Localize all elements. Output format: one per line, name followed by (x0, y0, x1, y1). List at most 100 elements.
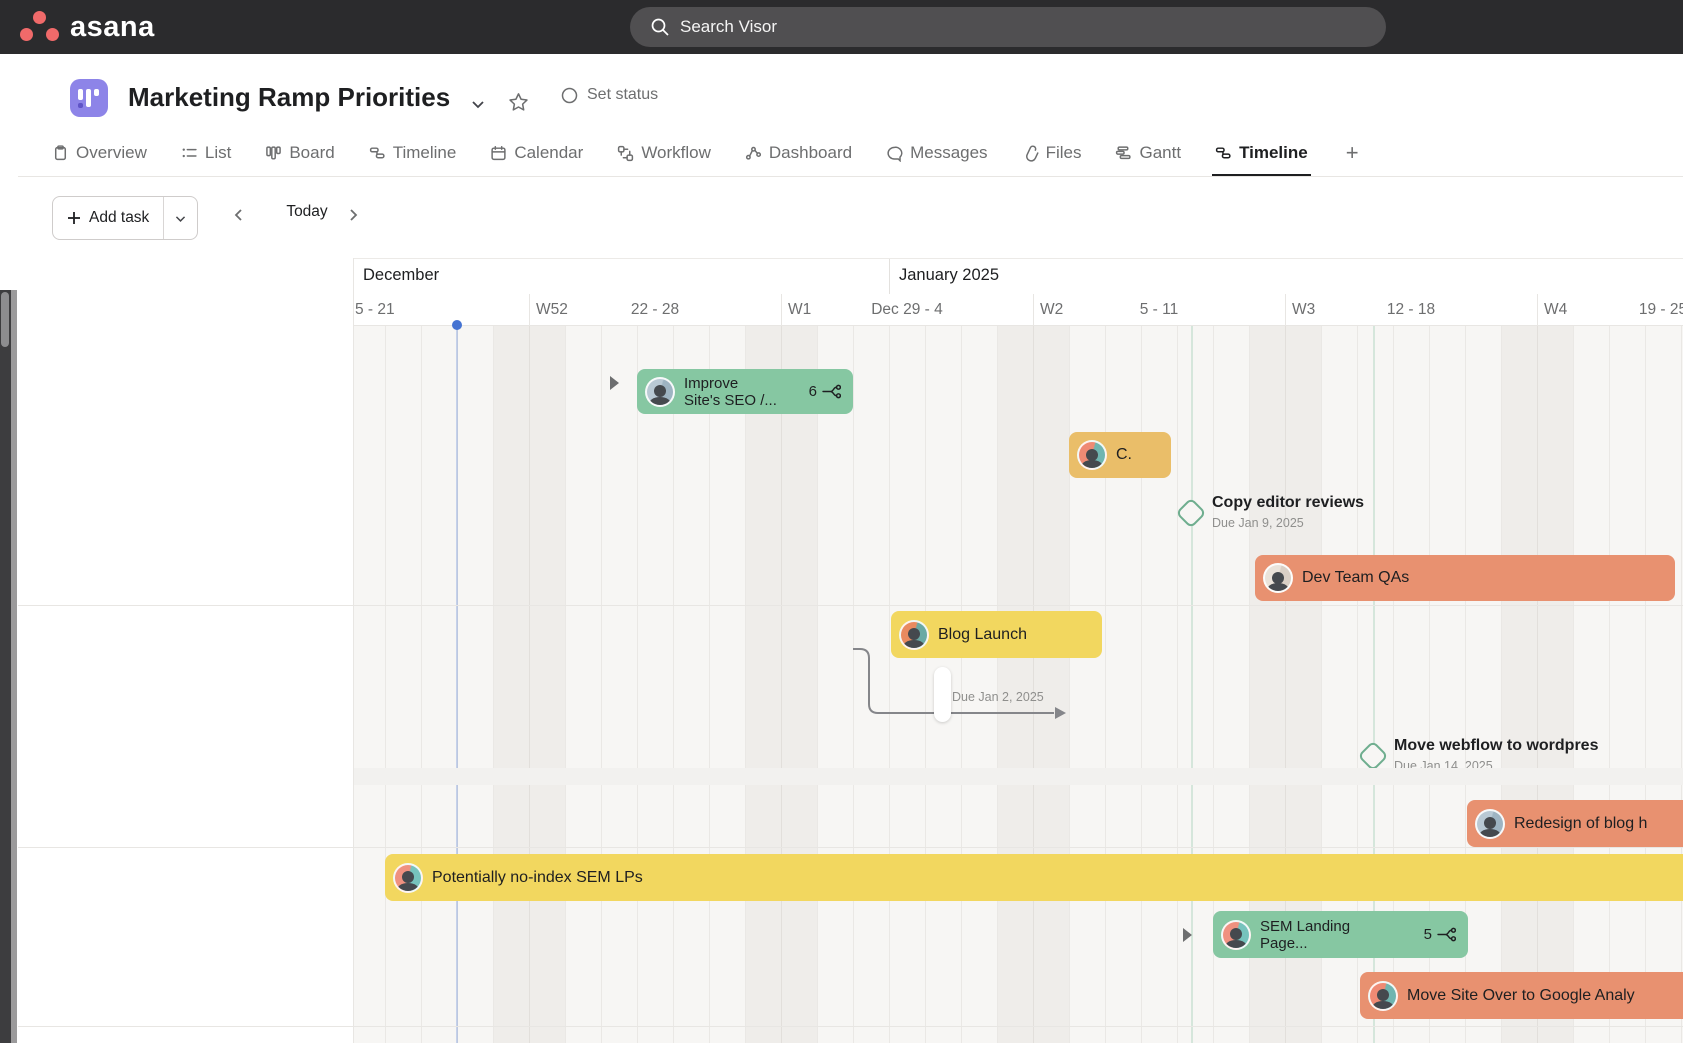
gantt-icon (1115, 145, 1132, 162)
milestone-due-date: Due Jan 9, 2025 (1212, 516, 1304, 530)
workflow-icon (617, 145, 634, 162)
assignee-avatar (1077, 440, 1107, 470)
subtask-handle-pill[interactable] (934, 667, 951, 722)
assignee-avatar (393, 863, 423, 893)
expand-subtasks-icon[interactable] (610, 376, 619, 390)
star-icon[interactable] (507, 91, 530, 114)
overview-icon (52, 145, 69, 162)
chevron-right-icon (345, 207, 361, 223)
tab-label: Calendar (514, 143, 583, 163)
files-icon (1022, 145, 1039, 162)
list-icon (181, 145, 198, 162)
tab-label: Workflow (641, 143, 711, 163)
assignee-avatar (1221, 920, 1251, 950)
next-period-button[interactable] (345, 201, 361, 231)
timeline-view: DecemberJanuary 2025 5 - 21W5222 - 28W1D… (0, 258, 1683, 1043)
today-button[interactable]: Today (267, 203, 347, 221)
tab-label: Timeline (393, 143, 457, 163)
tab-label: List (205, 143, 231, 163)
asana-logo[interactable]: asana (18, 6, 178, 50)
tab-label: Board (289, 143, 334, 163)
tab-overview[interactable]: Overview (52, 130, 147, 176)
board-icon (265, 145, 282, 162)
page-title: Marketing Ramp Priorities (128, 82, 450, 113)
tab-label: Dashboard (769, 143, 852, 163)
asana-logo-icon (18, 8, 62, 48)
tab-dashboard[interactable]: Dashboard (745, 130, 852, 176)
search-icon (650, 17, 670, 37)
task-bar-sem-landing[interactable]: SEM LandingPage... 5 (1213, 911, 1468, 958)
task-name: Move Site Over to Google Analy (1407, 987, 1635, 1005)
due-date-label: Due Jan 2, 2025 (952, 690, 1044, 704)
left-scrollbar-edge (11, 290, 17, 1043)
asana-app: asana Search Visor Marketing Ramp Priori… (0, 0, 1683, 1043)
plus-icon (67, 211, 81, 225)
task-name: ImproveSite's SEO /... (684, 375, 777, 409)
project-header: Marketing Ramp Priorities Set status (18, 54, 1683, 130)
tab-calendar[interactable]: Calendar (490, 130, 583, 176)
milestone-title[interactable]: Copy editor reviews (1212, 494, 1364, 512)
timeline-toolbar: Add task Today (18, 177, 1683, 258)
add-tab-button[interactable]: + (1346, 140, 1359, 166)
prev-period-button[interactable] (231, 201, 247, 231)
search-input[interactable]: Search Visor (630, 7, 1386, 47)
section-divider (18, 605, 1683, 606)
add-task-main[interactable]: Add task (53, 197, 164, 239)
left-scrollbar-track[interactable] (0, 290, 11, 1043)
chevron-down-icon (174, 212, 187, 225)
section-divider (18, 847, 1683, 848)
set-status-button[interactable]: Set status (561, 86, 658, 104)
tab-workflow[interactable]: Workflow (617, 130, 711, 176)
tab-timeline-active[interactable]: Timeline (1215, 130, 1308, 176)
task-name: Blog Launch (938, 626, 1027, 644)
subtask-count-badge: 5 (1414, 925, 1456, 944)
tab-label: Overview (76, 143, 147, 163)
add-task-dropdown[interactable] (164, 197, 197, 239)
subtask-count-badge: 6 (799, 382, 841, 401)
status-circle-icon (561, 87, 578, 104)
tab-label: Timeline (1239, 143, 1308, 163)
assignee-avatar (645, 377, 675, 407)
tab-files[interactable]: Files (1022, 130, 1082, 176)
tab-label: Messages (910, 143, 987, 163)
title-chevron-down-icon[interactable] (470, 96, 486, 112)
task-bar-move-site[interactable]: Move Site Over to Google Analy (1360, 972, 1683, 1019)
task-name: Dev Team QAs (1302, 569, 1409, 587)
add-task-button[interactable]: Add task (52, 196, 198, 240)
assignee-avatar (1368, 981, 1398, 1011)
subtask-count: 6 (809, 383, 817, 400)
tab-list[interactable]: List (181, 130, 231, 176)
tab-timeline[interactable]: Timeline (369, 130, 457, 176)
subtask-count: 5 (1424, 926, 1432, 943)
task-bar-potentially-no-index[interactable]: Potentially no-index SEM LPs (385, 854, 1683, 901)
branch-icon (1437, 925, 1456, 944)
task-name: C. (1116, 446, 1132, 464)
tab-label: Gantt (1139, 143, 1181, 163)
search-placeholder: Search Visor (680, 17, 777, 37)
assignee-avatar (1263, 563, 1293, 593)
add-task-label: Add task (89, 209, 149, 227)
top-bar: asana Search Visor (0, 0, 1683, 54)
tab-board[interactable]: Board (265, 130, 334, 176)
dashboard-icon (745, 145, 762, 162)
tab-gantt[interactable]: Gantt (1115, 130, 1181, 176)
timeline-icon (369, 145, 386, 162)
assignee-avatar (899, 620, 929, 650)
left-scrollbar-thumb[interactable] (1, 292, 9, 347)
task-bar-redesign-blog[interactable]: Redesign of blog h (1467, 800, 1683, 847)
task-bar-copy-editor-bar[interactable]: C. (1069, 432, 1171, 478)
tab-messages[interactable]: Messages (886, 130, 987, 176)
task-name: Redesign of blog h (1514, 815, 1647, 833)
task-name: SEM LandingPage... (1260, 918, 1350, 952)
assignee-avatar (1475, 809, 1505, 839)
milestone-title[interactable]: Move webflow to wordpres (1394, 737, 1598, 755)
set-status-label: Set status (587, 86, 658, 104)
calendar-icon (490, 145, 507, 162)
expand-subtasks-icon[interactable] (1183, 928, 1192, 942)
task-name: Potentially no-index SEM LPs (432, 869, 643, 887)
task-bar-dev-team-qas[interactable]: Dev Team QAs (1255, 555, 1675, 601)
project-icon[interactable] (70, 79, 108, 117)
task-bar-blog-launch[interactable]: Blog Launch (891, 611, 1102, 658)
task-bar-improve[interactable]: ImproveSite's SEO /... 6 (637, 369, 853, 414)
timeline-icon (1215, 145, 1232, 162)
